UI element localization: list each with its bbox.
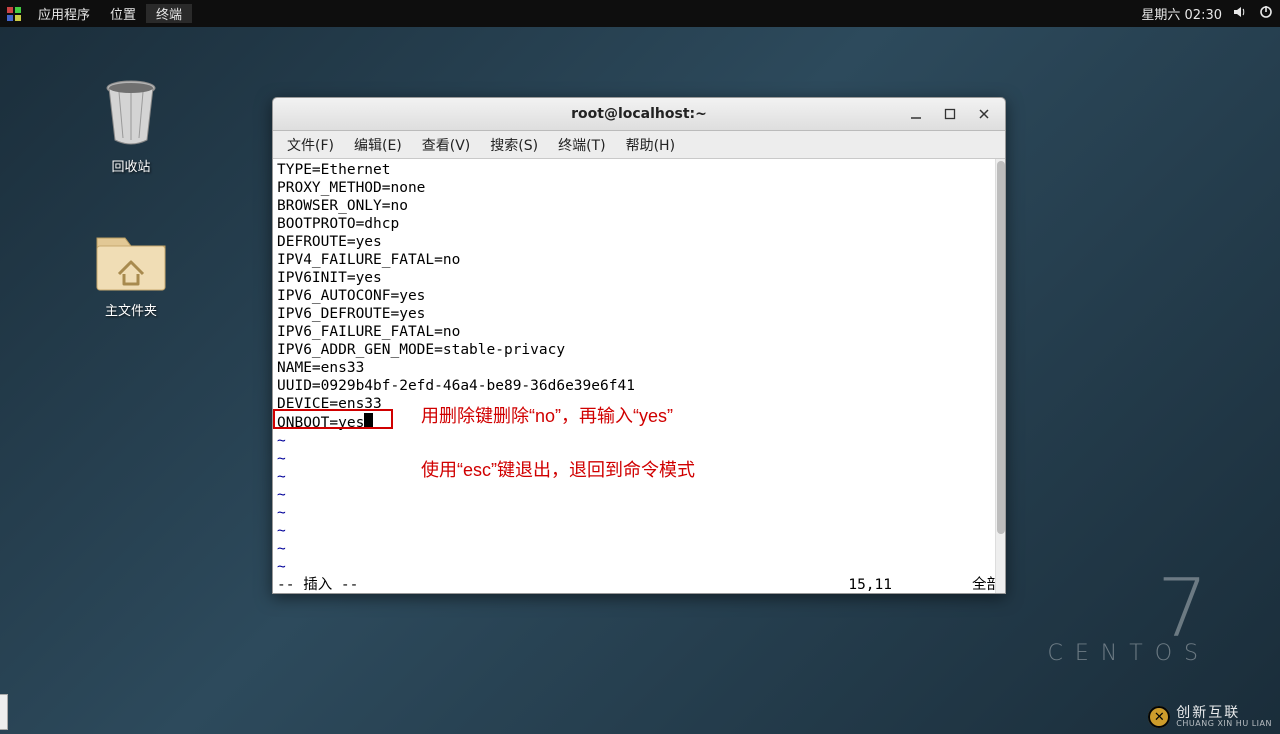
- centos-name: CENTOS: [1048, 641, 1210, 666]
- menu-places[interactable]: 位置: [100, 4, 146, 23]
- desktop-icon-home[interactable]: 主文件夹: [76, 222, 186, 319]
- tilde-line: ~: [277, 559, 286, 575]
- tilde-line: ~: [277, 433, 286, 449]
- window-title: root@localhost:~: [571, 106, 707, 122]
- tilde-line: ~: [277, 523, 286, 539]
- terminal-content[interactable]: TYPE=Ethernet PROXY_METHOD=none BROWSER_…: [273, 159, 1005, 593]
- file-line: IPV6INIT=yes: [277, 270, 382, 286]
- vim-mode: -- 插入 --: [277, 576, 358, 594]
- clock[interactable]: 星期六 02:30: [1141, 4, 1222, 23]
- tilde-line: ~: [277, 487, 286, 503]
- file-line: BROWSER_ONLY=no: [277, 198, 408, 214]
- centos-branding: 7 CENTOS: [1048, 577, 1210, 666]
- vim-status-line: -- 插入 --15,11全部: [277, 576, 1001, 594]
- file-line: IPV6_DEFROUTE=yes: [277, 306, 425, 322]
- file-line: IPV4_FAILURE_FATAL=no: [277, 252, 460, 268]
- gnome-activities-icon[interactable]: [6, 6, 22, 22]
- terminal-menubar: 文件(F) 编辑(E) 查看(V) 搜索(S) 终端(T) 帮助(H): [273, 131, 1005, 159]
- trash-icon: [76, 78, 186, 150]
- centos-version: 7: [1048, 577, 1210, 641]
- terminal-window: root@localhost:~ 文件(F) 编辑(E) 查看(V) 搜索(S)…: [272, 97, 1006, 594]
- tilde-line: ~: [277, 505, 286, 521]
- taskbar-handle[interactable]: [0, 694, 8, 730]
- file-line: TYPE=Ethernet: [277, 162, 391, 178]
- terminal-scrollbar[interactable]: [995, 159, 1005, 593]
- menu-search[interactable]: 搜索(S): [480, 135, 548, 155]
- tilde-line: ~: [277, 541, 286, 557]
- tilde-line: ~: [277, 451, 286, 467]
- file-line: IPV6_FAILURE_FATAL=no: [277, 324, 460, 340]
- menu-applications[interactable]: 应用程序: [28, 4, 100, 23]
- desktop-icon-label: 回收站: [76, 156, 186, 175]
- annotation-highlight-box: [273, 409, 393, 429]
- annotation-text-1: 用删除键删除“no”，再输入“yes”: [421, 407, 673, 425]
- file-line: NAME=ens33: [277, 360, 364, 376]
- menu-file[interactable]: 文件(F): [277, 135, 344, 155]
- minimize-button[interactable]: [899, 101, 933, 127]
- desktop-icon-label: 主文件夹: [76, 300, 186, 319]
- menu-edit[interactable]: 编辑(E): [344, 135, 412, 155]
- menu-view[interactable]: 查看(V): [412, 135, 481, 155]
- power-icon[interactable]: [1258, 4, 1274, 24]
- file-line: PROXY_METHOD=none: [277, 180, 425, 196]
- file-line: IPV6_AUTOCONF=yes: [277, 288, 425, 304]
- sound-icon[interactable]: [1232, 4, 1248, 24]
- watermark-text-cn: 创新互联: [1176, 706, 1272, 720]
- tilde-line: ~: [277, 469, 286, 485]
- watermark-logo-icon: ✕: [1148, 706, 1170, 728]
- watermark: ✕ 创新互联 CHUANG XIN HU LIAN: [1148, 706, 1272, 728]
- file-line: UUID=0929b4bf-2efd-46a4-be89-36d6e39e6f4…: [277, 378, 635, 394]
- window-titlebar[interactable]: root@localhost:~: [273, 98, 1005, 131]
- file-line: IPV6_ADDR_GEN_MODE=stable-privacy: [277, 342, 565, 358]
- menu-terminal[interactable]: 终端: [146, 4, 192, 23]
- top-panel: 应用程序 位置 终端 星期六 02:30: [0, 0, 1280, 27]
- home-folder-icon: [76, 222, 186, 294]
- watermark-text-en: CHUANG XIN HU LIAN: [1176, 720, 1272, 728]
- vim-cursor-pos: 15,11: [848, 576, 892, 594]
- file-line: DEFROUTE=yes: [277, 234, 382, 250]
- file-line: BOOTPROTO=dhcp: [277, 216, 399, 232]
- menu-terminal[interactable]: 终端(T): [548, 135, 615, 155]
- close-button[interactable]: [967, 101, 1001, 127]
- desktop-icon-trash[interactable]: 回收站: [76, 78, 186, 175]
- annotation-text-2: 使用“esc”键退出，退回到命令模式: [421, 461, 695, 479]
- maximize-button[interactable]: [933, 101, 967, 127]
- menu-help[interactable]: 帮助(H): [616, 135, 685, 155]
